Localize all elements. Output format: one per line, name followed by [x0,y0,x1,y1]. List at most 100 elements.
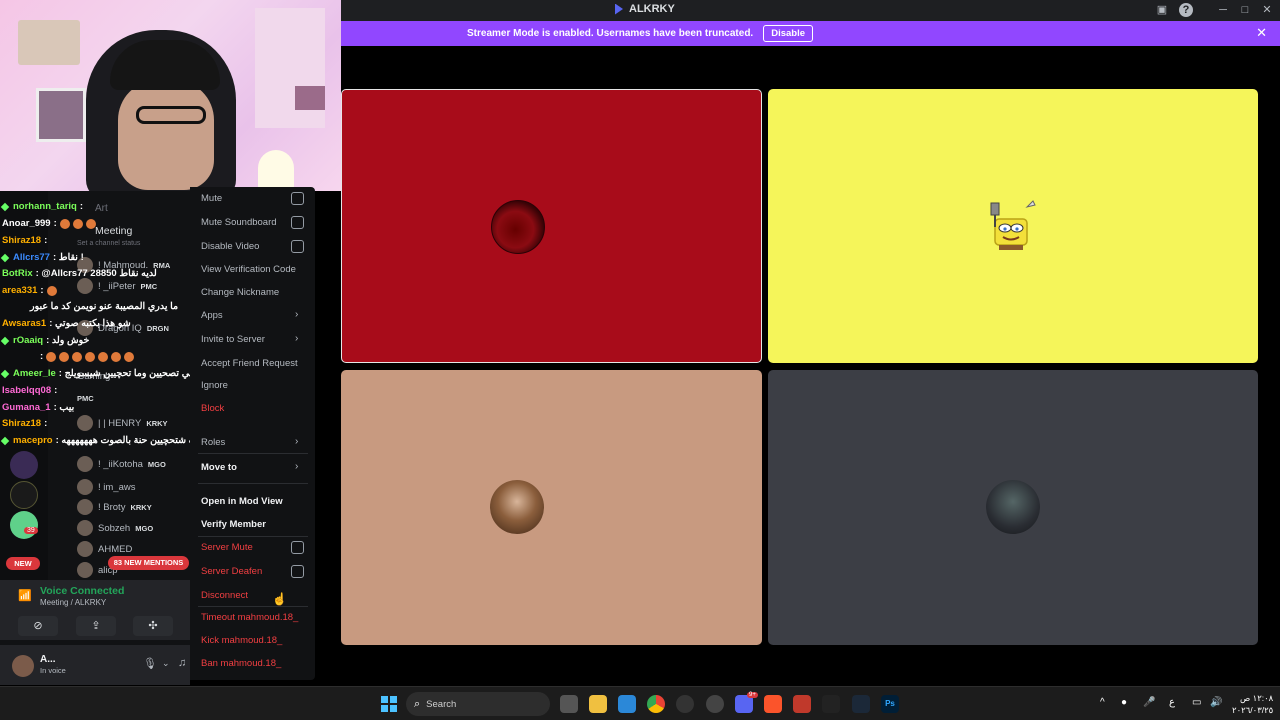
menu-item-change-nickname[interactable]: Change Nickname [201,287,279,298]
mute-checkbox[interactable] [291,192,304,205]
maximize-icon[interactable]: □ [1238,3,1252,17]
minimize-icon[interactable]: ─ [1216,3,1230,17]
help-icon[interactable]: ? [1179,3,1193,17]
task-view-icon[interactable] [560,695,578,713]
server-icon[interactable] [10,481,38,509]
menu-item-verify-member[interactable]: Verify Member [201,519,266,530]
disable-video-checkbox[interactable] [291,240,304,253]
emote-icon [46,285,57,296]
voice-member[interactable]: | | HENRY KRKY [77,415,168,431]
screen-share-icon[interactable]: ▣ [1155,3,1169,17]
headphones-icon[interactable]: ♫ [178,657,186,669]
voice-member[interactable]: AHMED [77,541,132,557]
menu-item-ignore[interactable]: Ignore [201,380,228,391]
activities-icon[interactable]: ✣ [133,616,173,636]
webcam-overlay [0,0,341,191]
capcut-icon[interactable] [822,695,840,713]
camera-off-icon[interactable]: ⊘ [18,616,58,636]
language-indicator[interactable]: ع [1169,697,1175,708]
network-icon[interactable]: ▭ [1192,697,1201,708]
screen-share-button-icon[interactable]: ⇪ [76,616,116,636]
user-status: In voice [40,666,66,675]
close-window-icon[interactable]: ✕ [1260,3,1274,17]
server-icon[interactable] [10,511,38,539]
voice-member[interactable]: ! _iiPeter PMC [77,278,157,294]
taskbar-search[interactable]: ⌕ Search [406,692,550,716]
chevron-down-icon[interactable]: ⌄ [162,658,170,669]
chrome-icon[interactable] [647,695,665,713]
search-icon: ⌕ [414,697,421,710]
settings-icon[interactable] [706,695,724,713]
microphone-icon[interactable]: 🎙 [143,657,157,670]
taskbar-clock[interactable]: ١٢:٠٨ ص ٢٠٢٦/٠٣/٢٥ [1232,692,1273,716]
app-icon[interactable] [793,695,811,713]
menu-item-ban[interactable]: Ban mahmoud.18_ [201,658,281,669]
mute-soundboard-checkbox[interactable] [291,216,304,229]
server-deafen-checkbox[interactable] [291,565,304,578]
windows-start-icon[interactable] [381,696,397,712]
disable-streamer-mode-button[interactable]: Disable [763,25,813,42]
obs-icon[interactable] [676,695,694,713]
chevron-right-icon: › [295,333,299,344]
video-tile-3[interactable] [341,370,762,645]
menu-item-move-to[interactable]: Move to [201,462,237,473]
voice-member[interactable]: ! Broty KRKY [77,499,152,515]
menu-item-server-deafen[interactable]: Server Deafen [201,566,262,577]
channel-status-placeholder[interactable]: Set a channel status [77,240,140,247]
participant-avatar [986,480,1040,534]
emote-icon [85,218,96,229]
close-banner-icon[interactable]: ✕ [1256,25,1267,41]
webcam-person-hair [110,40,220,90]
signal-icon[interactable]: 📶 [18,589,32,603]
emote-icon [59,351,70,362]
avatar[interactable] [12,655,34,677]
server-icon[interactable] [10,451,38,479]
username[interactable]: A... [40,654,56,665]
participant-avatar [490,480,544,534]
tray-chevron-up-icon[interactable]: ^ [1100,697,1105,708]
menu-item-open-in-mod-view[interactable]: Open in Mod View [201,496,283,507]
video-tile-2[interactable] [768,89,1258,363]
menu-item-kick[interactable]: Kick mahmoud.18_ [201,635,282,646]
webcam-decor [255,8,325,128]
menu-item-invite-to-server[interactable]: Invite to Server [201,334,265,345]
chat-message: Isabelqq08: [2,385,58,396]
video-tile-1[interactable] [341,89,762,363]
menu-item-apps[interactable]: Apps [201,310,223,321]
new-mentions-badge[interactable]: 83 NEW MENTIONS [108,556,189,570]
store-icon[interactable] [618,695,636,713]
voice-status[interactable]: Voice Connected [40,585,124,597]
voice-member[interactable]: PMC [77,394,94,403]
voice-channel-name[interactable]: Meeting [95,225,132,237]
menu-item-disable-video[interactable]: Disable Video [201,241,259,252]
tray-microphone-icon[interactable]: 🎤 [1143,697,1155,708]
steam-icon[interactable] [852,695,870,713]
voice-channel-path[interactable]: Meeting / ALKRKY [40,598,106,607]
menu-item-roles[interactable]: Roles [201,437,225,448]
menu-item-view-verification-code[interactable]: View Verification Code [201,264,296,275]
menu-item-server-mute[interactable]: Server Mute [201,542,253,553]
volume-icon[interactable]: 🔊 [1210,697,1222,708]
file-explorer-icon[interactable] [589,695,607,713]
voice-member[interactable]: Sobzeh MGO [77,520,153,536]
server-mute-checkbox[interactable] [291,541,304,554]
menu-item-timeout[interactable]: Timeout mahmoud.18_ [201,612,298,623]
voice-member[interactable]: ! im_aws [77,479,135,495]
badge-icon [0,202,10,211]
new-badge[interactable]: NEW [6,557,40,570]
search-label: Search [426,698,457,710]
menu-item-block[interactable]: Block [201,403,224,414]
brave-icon[interactable] [764,695,782,713]
window-title: ALKRKY [629,3,675,15]
webcam-glasses [136,106,206,124]
badge-icon [0,336,10,345]
menu-item-mute-soundboard[interactable]: Mute Soundboard [201,217,277,228]
menu-item-accept-friend-request[interactable]: Accept Friend Request [201,358,298,369]
voice-member[interactable]: ! _iiKotoha MGO [77,456,166,472]
photoshop-icon[interactable]: Ps [881,695,899,713]
video-tile-4[interactable] [768,370,1258,645]
menu-item-mute[interactable]: Mute [201,193,222,204]
server-count-badge: 39 [24,527,38,534]
tray-app-icon[interactable]: ● [1121,697,1127,708]
menu-item-disconnect[interactable]: Disconnect [201,590,248,601]
